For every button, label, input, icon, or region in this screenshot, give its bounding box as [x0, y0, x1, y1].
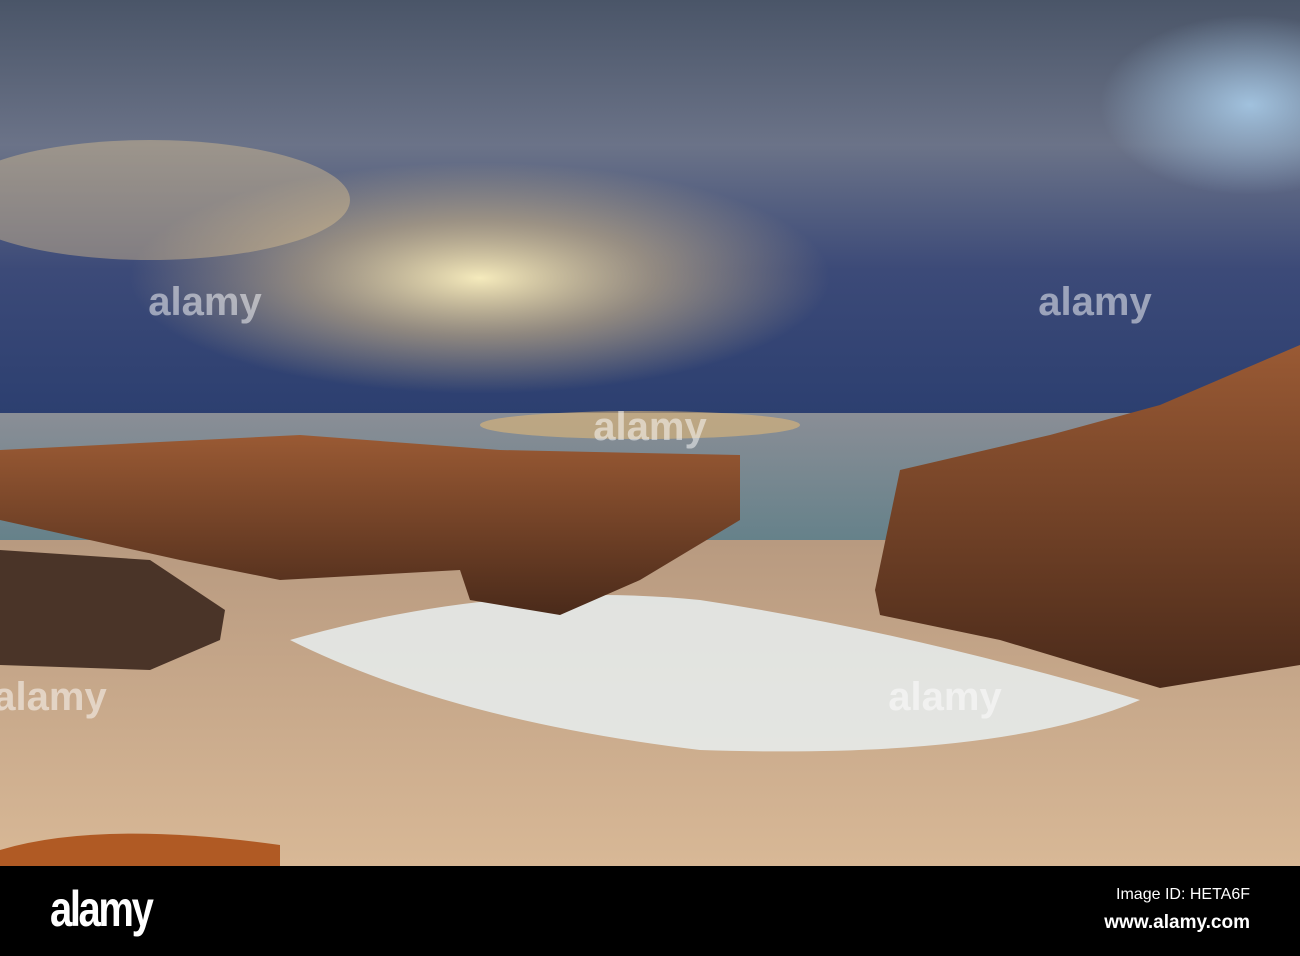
watermark-logo: alamy: [888, 675, 1002, 719]
footer-bar: alamy Image ID: HETA6F www.alamy.com: [0, 866, 1300, 956]
image-id: Image ID: HETA6F: [1116, 886, 1250, 903]
watermark-logo: alamy: [0, 675, 107, 719]
alamy-logo: alamy: [50, 881, 154, 937]
website-link[interactable]: www.alamy.com: [1104, 912, 1250, 934]
stock-photo: alamy alamy alamy alamy alamy alamy Imag…: [0, 0, 1300, 956]
beach-sunset-photo: alamy alamy alamy alamy alamy: [0, 0, 1300, 866]
watermark-logo: alamy: [593, 405, 707, 449]
watermark-logo: alamy: [148, 280, 262, 324]
watermark-logo: alamy: [1038, 280, 1152, 324]
